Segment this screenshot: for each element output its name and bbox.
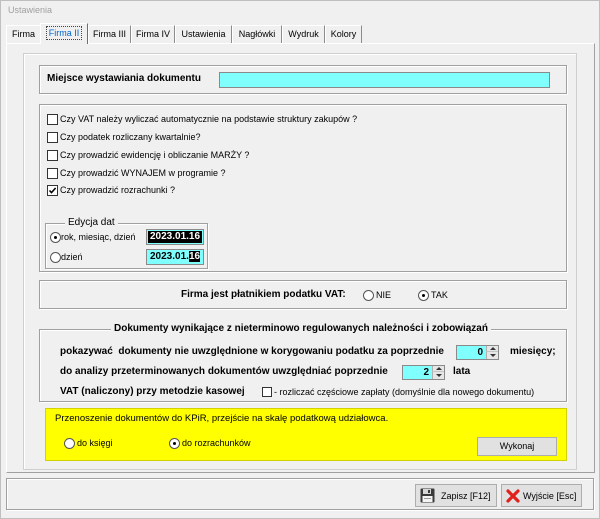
exit-button[interactable]: Wyjście [Esc] [501,484,582,507]
tab-wydruk[interactable]: Wydruk [282,25,325,43]
red-x-icon [506,489,520,503]
tab-label: Firma [12,29,35,39]
tab-label: Firma III [93,29,126,39]
floppy-disk-icon [420,488,435,503]
window-title: Ustawienia [8,5,53,15]
tab-firma-iii[interactable]: Firma III [88,25,131,43]
tab-page-firma-ii [6,43,595,473]
save-button[interactable]: Zapisz [F12] [415,484,497,507]
tab-firma[interactable]: Firma [6,25,41,43]
tab-label: Wydruk [288,29,319,39]
tab-naglowki[interactable]: Nagłówki [232,25,282,43]
tab-ustawienia[interactable]: Ustawienia [175,25,232,43]
tab-label: Nagłówki [238,29,276,39]
tab-label: Firma IV [135,29,170,39]
exit-button-label: Wyjście [Esc] [523,491,577,501]
tab-firma-iv[interactable]: Firma IV [131,25,175,43]
settings-window: Ustawienia Firma Firma II Firma III Firm… [0,0,600,519]
tab-label: Firma II [45,26,83,40]
tab-firma-ii[interactable]: Firma II [40,23,88,44]
save-button-label: Zapisz [F12] [441,491,491,501]
tab-kolory[interactable]: Kolory [325,25,362,43]
tab-label: Kolory [330,29,357,39]
tab-label: Ustawienia [181,29,226,39]
